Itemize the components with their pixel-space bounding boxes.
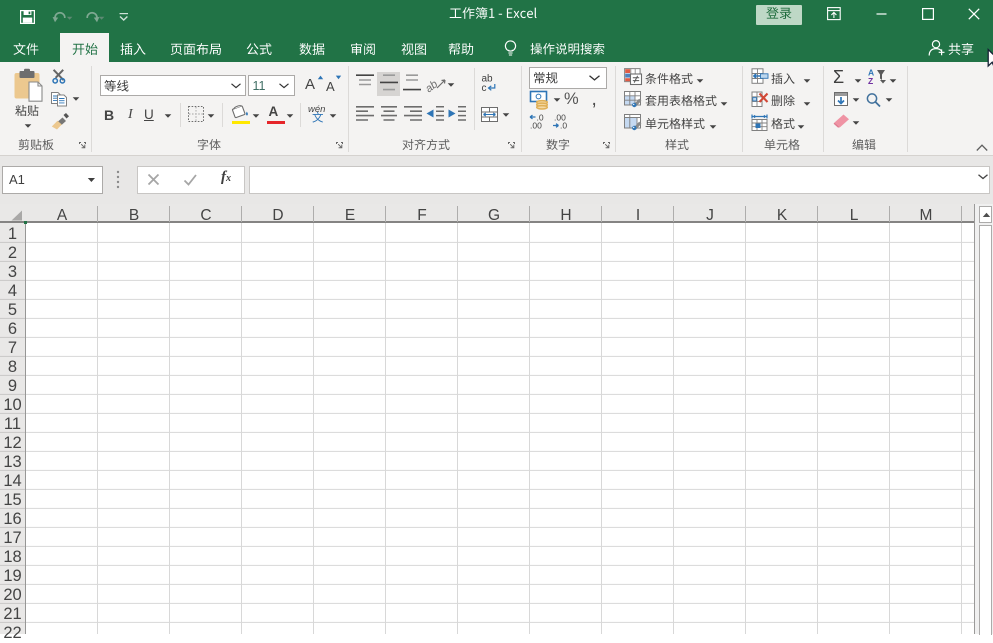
svg-text:Z: Z <box>868 76 873 86</box>
svg-text:c: c <box>482 83 487 94</box>
svg-text:.0: .0 <box>560 121 567 131</box>
svg-text:.00: .00 <box>530 121 542 131</box>
